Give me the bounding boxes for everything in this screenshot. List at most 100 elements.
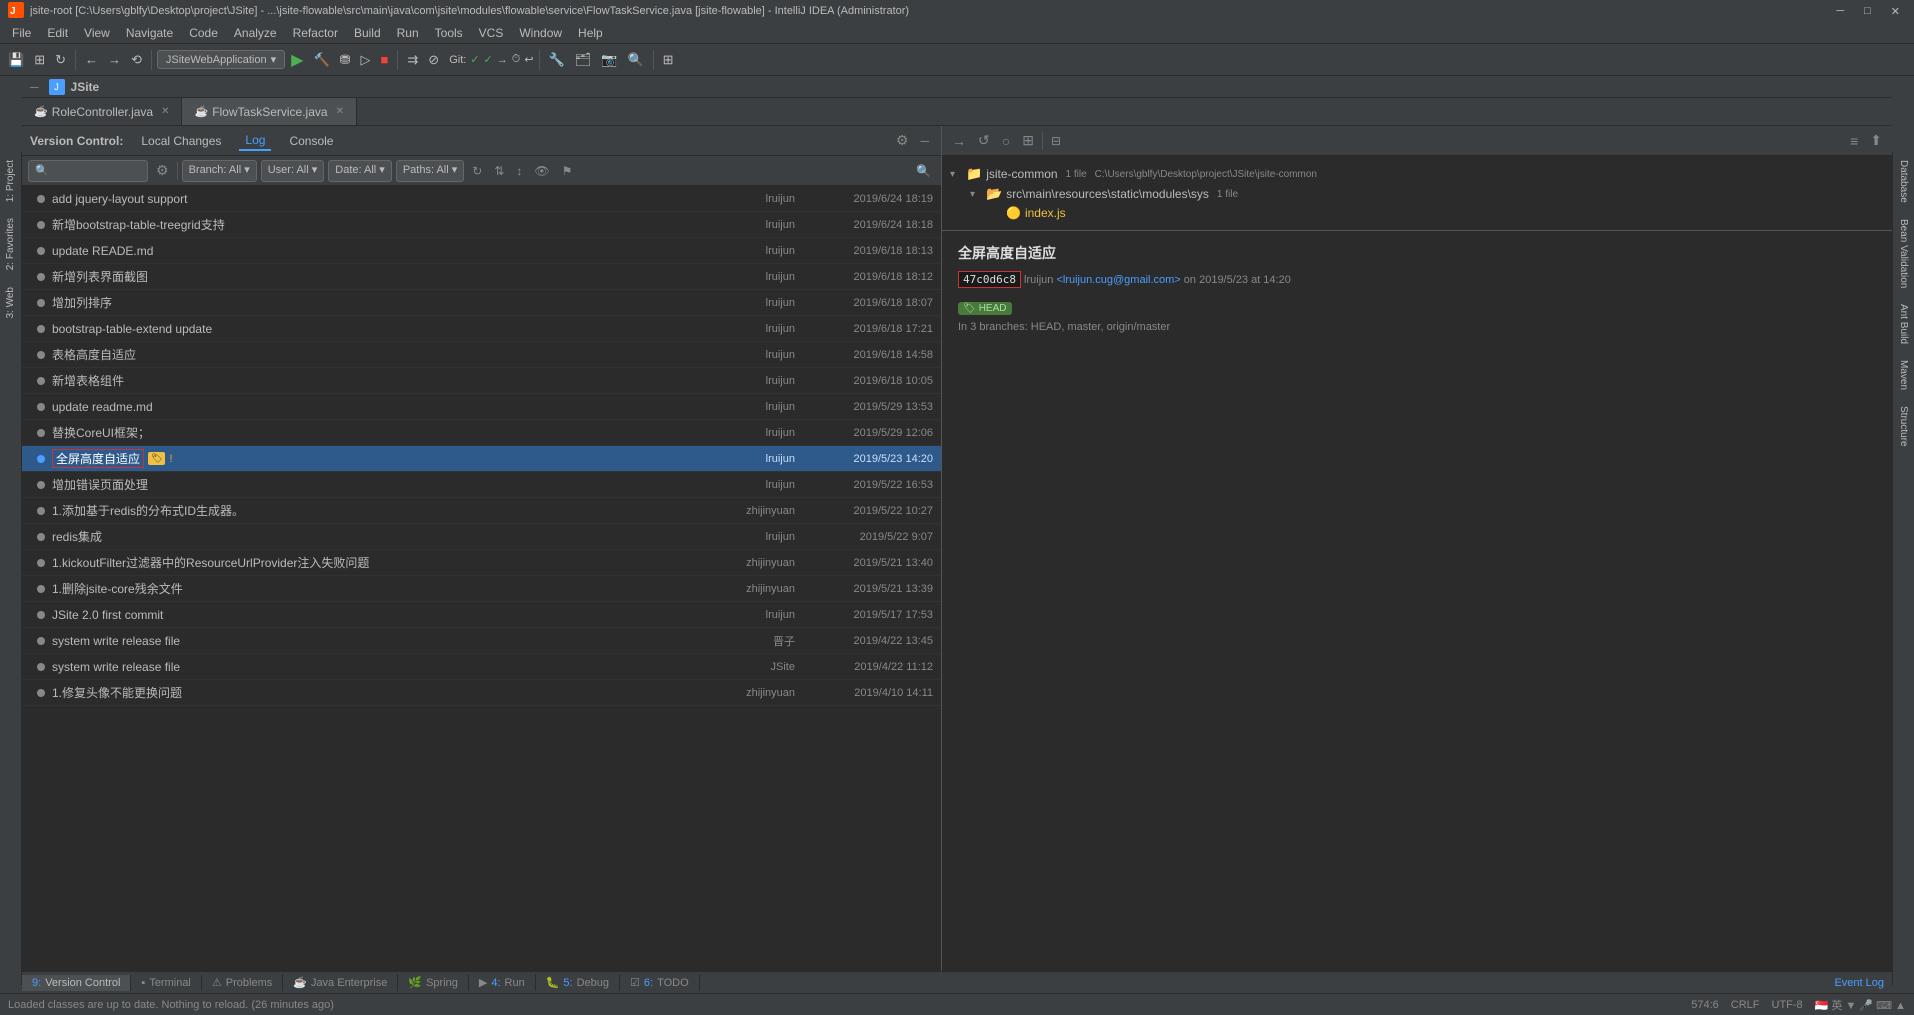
sidebar-item-favorites[interactable]: 2: Favorites <box>3 210 18 278</box>
bottom-tab-run[interactable]: ▶ 4: Run <box>469 974 536 991</box>
tab-rolecontroller[interactable]: ☕ RoleController.java ✕ <box>22 98 182 125</box>
sort-up-btn[interactable]: ⬆ <box>1866 130 1886 151</box>
commit-row[interactable]: 1.kickoutFilter过滤器中的ResourceUrlProvider注… <box>22 550 941 576</box>
fetch-btn[interactable]: ⇅ <box>490 162 508 180</box>
tab-close-flowtaskservice[interactable]: ✕ <box>336 106 344 117</box>
toolbar-sync-btn[interactable]: ↻ <box>51 50 70 70</box>
commit-row[interactable]: system write release file晋子2019/4/22 13:… <box>22 628 941 654</box>
branch-filter[interactable]: Branch: All ▾ <box>182 160 257 182</box>
commit-row[interactable]: update readme.mdlruijun2019/5/29 13:53 <box>22 394 941 420</box>
menu-view[interactable]: View <box>76 24 118 42</box>
toolbar-profile-btn[interactable]: ▷ <box>357 50 375 70</box>
sort-btn[interactable]: ↕ <box>512 162 526 180</box>
vc-settings-btn[interactable]: ⚙ <box>892 130 913 151</box>
menu-analyze[interactable]: Analyze <box>226 24 285 42</box>
commit-search-input[interactable] <box>28 160 148 182</box>
vc-tab-console[interactable]: Console <box>283 132 339 150</box>
sidebar-item-web[interactable]: 3: Web <box>3 279 18 327</box>
commit-row[interactable]: JSite 2.0 first commitlruijun2019/5/17 1… <box>22 602 941 628</box>
run-config-selector[interactable]: JSiteWebApplication ▾ <box>157 50 285 69</box>
menu-refactor[interactable]: Refactor <box>285 24 346 42</box>
commit-row[interactable]: 新增列表界面截图lruijun2019/6/18 18:12 <box>22 264 941 290</box>
sidebar-item-structure[interactable]: Structure <box>1896 398 1911 455</box>
commit-hash[interactable]: 47c0d6c8 <box>958 271 1021 288</box>
commit-row[interactable]: 增加错误页面处理lruijun2019/5/22 16:53 <box>22 472 941 498</box>
commit-row[interactable]: 1.删除jsite-core残余文件zhijinyuan2019/5/21 13… <box>22 576 941 602</box>
commit-row[interactable]: redis集成lruijun2019/5/22 9:07 <box>22 524 941 550</box>
menu-vcs[interactable]: VCS <box>471 24 512 42</box>
maximize-button[interactable]: □ <box>1858 5 1877 18</box>
eye-btn[interactable]: 👁 <box>530 162 553 180</box>
toolbar-terminal-btn[interactable]: ⊞ <box>659 50 678 70</box>
commit-row[interactable]: system write release fileJSite2019/4/22 … <box>22 654 941 680</box>
toolbar-save-btn[interactable]: 💾 <box>4 50 28 70</box>
refresh2-btn[interactable]: ○ <box>998 131 1014 151</box>
toolbar-forward-btn[interactable]: → <box>104 50 125 69</box>
tree-item-folder1[interactable]: ▾ 📂 src\main\resources\static\modules\sy… <box>942 184 1892 204</box>
commit-row[interactable]: update READE.mdlruijun2019/6/18 18:13 <box>22 238 941 264</box>
sidebar-item-ant-build[interactable]: Ant Build <box>1896 296 1911 352</box>
tab-flowtaskservice[interactable]: ☕ FlowTaskService.java ✕ <box>182 98 356 125</box>
menu-code[interactable]: Code <box>181 24 226 42</box>
user-filter[interactable]: User: All ▾ <box>261 160 325 182</box>
toolbar-update-btn[interactable]: ⇉ <box>403 50 422 70</box>
bottom-tab-debug[interactable]: 🐛 5: Debug <box>536 974 620 991</box>
sidebar-item-project[interactable]: 1: Project <box>3 152 18 210</box>
sidebar-item-database[interactable]: Database <box>1896 152 1911 211</box>
search-commits-btn[interactable]: 🔍 <box>912 162 935 180</box>
commit-row[interactable]: 1.修复头像不能更换问题zhijinyuan2019/4/10 14:11 <box>22 680 941 706</box>
tab-close-rolecontroller[interactable]: ✕ <box>161 106 169 117</box>
bottom-tab-java-enterprise[interactable]: ☕ Java Enterprise <box>283 974 398 991</box>
commit-row[interactable]: 表格高度自适应lruijun2019/6/18 14:58 <box>22 342 941 368</box>
commit-row[interactable]: bootstrap-table-extend updatelruijun2019… <box>22 316 941 342</box>
commit-row[interactable]: 1.添加基于redis的分布式ID生成器。zhijinyuan2019/5/22… <box>22 498 941 524</box>
toolbar-revert-btn[interactable]: ⟲ <box>127 50 146 70</box>
sidebar-item-bean-validation[interactable]: Bean Validation <box>1896 211 1911 296</box>
toolbar-build-btn[interactable]: 🔨 <box>309 50 333 70</box>
window-controls[interactable]: ─ □ ✕ <box>1830 5 1906 18</box>
vc-close-btn[interactable]: ─ <box>916 130 933 151</box>
sort-alpha-btn[interactable]: ≡ <box>1846 130 1862 151</box>
menu-edit[interactable]: Edit <box>39 24 76 42</box>
menu-build[interactable]: Build <box>346 24 389 42</box>
menu-file[interactable]: File <box>4 24 39 42</box>
toolbar-stop-btn[interactable]: ■ <box>377 50 393 69</box>
vc-tab-local-changes[interactable]: Local Changes <box>135 132 227 150</box>
menu-run[interactable]: Run <box>389 24 427 42</box>
collapse-icon[interactable]: ─ <box>30 80 39 94</box>
date-filter[interactable]: Date: All ▾ <box>328 160 392 182</box>
toolbar-find-btn[interactable]: 🔍 <box>623 50 647 70</box>
expand-btn[interactable]: → <box>948 131 970 151</box>
menu-tools[interactable]: Tools <box>427 24 471 42</box>
grid-btn[interactable]: ⊞ <box>1018 130 1038 151</box>
menu-window[interactable]: Window <box>511 24 570 42</box>
sidebar-item-maven[interactable]: Maven <box>1896 352 1911 398</box>
filter-settings-btn[interactable]: ⚙ <box>152 160 173 181</box>
toolbar-coverage-btn[interactable]: ⛃ <box>336 50 355 70</box>
commit-row[interactable]: 替换CoreUI框架；lruijun2019/5/29 12:06 <box>22 420 941 446</box>
minimize-button[interactable]: ─ <box>1830 5 1850 18</box>
menu-navigate[interactable]: Navigate <box>118 24 181 42</box>
commit-row[interactable]: 增加列排序lruijun2019/6/18 18:07 <box>22 290 941 316</box>
close-button[interactable]: ✕ <box>1885 5 1906 18</box>
vc-tab-log[interactable]: Log <box>239 131 271 151</box>
tree-item-root[interactable]: ▾ 📁 jsite-common 1 file C:\Users\gblfy\D… <box>942 164 1892 184</box>
bookmark-btn[interactable]: ⚑ <box>558 162 577 180</box>
commit-row[interactable]: add jquery-layout supportlruijun2019/6/2… <box>22 186 941 212</box>
menu-help[interactable]: Help <box>570 24 611 42</box>
toolbar-back-btn[interactable]: ← <box>81 50 102 69</box>
bottom-tab-version-control[interactable]: 9: Version Control <box>22 975 131 991</box>
tree-item-indexjs[interactable]: 🟡 index.js <box>942 204 1892 222</box>
refresh-btn[interactable]: ↻ <box>468 162 486 180</box>
toolbar-settings-btn[interactable]: 🔧 <box>545 50 569 70</box>
toolbar-save-all-btn[interactable]: ⊞ <box>30 50 49 70</box>
layout-btn[interactable]: ⊟ <box>1047 132 1065 150</box>
commit-row[interactable]: 新增bootstrap-table-treegrid支持lruijun2019/… <box>22 212 941 238</box>
bottom-tab-terminal[interactable]: ▪ Terminal <box>131 975 201 991</box>
toolbar-search-btn[interactable]: 📷 <box>597 50 621 70</box>
commit-row[interactable]: 全屏高度自适应🏷!lruijun2019/5/23 14:20 <box>22 446 941 472</box>
toolbar-commit-btn[interactable]: ⊘ <box>424 50 443 70</box>
bottom-tab-problems[interactable]: ⚠ Problems <box>202 974 283 991</box>
event-log-link[interactable]: Event Log <box>1834 977 1884 989</box>
undo-btn[interactable]: ↺ <box>974 130 994 151</box>
